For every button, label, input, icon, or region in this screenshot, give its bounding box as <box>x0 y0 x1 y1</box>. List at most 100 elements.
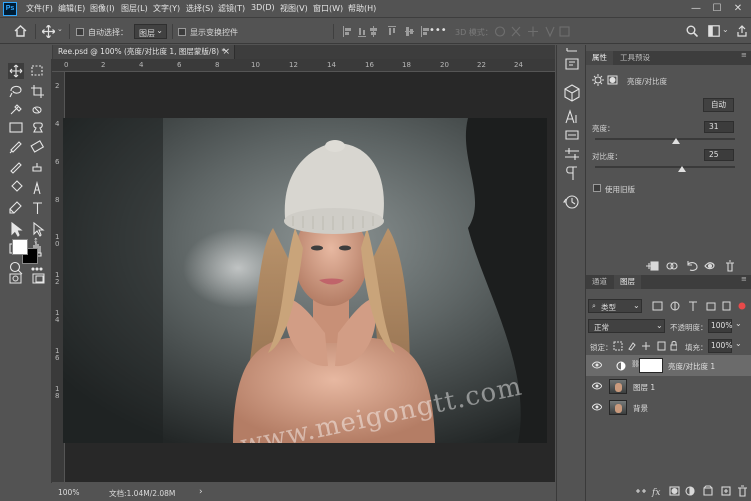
layer-thumbnail[interactable] <box>609 379 627 394</box>
close-tab-icon[interactable]: × <box>222 45 230 59</box>
swap-colors-icon[interactable]: ↕ <box>33 237 39 245</box>
layers-footer-icons[interactable]: fx <box>634 485 749 497</box>
document-image[interactable]: www.meigongtt.com <box>63 118 547 443</box>
search-icon[interactable] <box>686 25 698 37</box>
opacity-input[interactable]: 100% <box>708 319 732 333</box>
status-menu-arrow[interactable]: › <box>199 487 203 497</box>
menu-filter[interactable]: 滤镜(T) <box>218 3 245 14</box>
close-window-button[interactable]: ✕ <box>731 2 745 16</box>
ruler-v-label: 8 <box>55 196 60 204</box>
maximize-button[interactable]: ☐ <box>710 2 724 16</box>
ruler-h-label: 14 <box>327 61 336 69</box>
menu-file[interactable]: 文件(F) <box>26 3 53 14</box>
menu-type[interactable]: 文字(Y) <box>153 3 180 14</box>
ruler-v-label: 4 <box>55 120 60 128</box>
ruler-v-label: 1 6 <box>55 347 60 362</box>
contrast-slider-thumb[interactable] <box>677 166 686 172</box>
3d-mode-icons <box>494 26 570 38</box>
auto-button[interactable]: 自动 <box>703 98 734 112</box>
layer-filter-dropdown[interactable]: ⌕ 类型 ⌄ <box>588 299 642 313</box>
brightness-slider[interactable] <box>595 138 735 140</box>
move-tool-icon[interactable] <box>42 25 55 38</box>
layer-name[interactable]: 图层 1 <box>633 382 655 393</box>
opacity-chevron-icon[interactable]: ⌄ <box>735 319 742 328</box>
foreground-color-swatch-top[interactable] <box>12 239 28 255</box>
ruler-h-label: 0 <box>64 61 69 69</box>
properties-panel: 亮度/对比度 自动 亮度： 31 对比度： 25 使用旧版 <box>586 65 751 270</box>
chevron-down-icon: ⌄ <box>156 26 163 35</box>
blend-mode-dropdown[interactable]: 正常 ⌄ <box>588 319 665 333</box>
lock-icons[interactable] <box>613 341 677 351</box>
ruler-h-label: 12 <box>289 61 298 69</box>
layer-mask-thumbnail[interactable] <box>639 358 663 373</box>
ruler-h-label: 8 <box>215 61 220 69</box>
ruler-v-label: 1 8 <box>55 385 60 400</box>
auto-select-checkbox[interactable] <box>76 28 84 36</box>
panel-menu-icon[interactable]: ≡ <box>741 51 747 59</box>
right-panels: 属性 工具预设 ≡ 亮度/对比度 自动 亮度： 31 对比度： 25 使用旧版 … <box>586 45 751 501</box>
auto-select-dropdown-value: 图层 <box>139 29 155 38</box>
layer-name[interactable]: 背景 <box>633 403 648 414</box>
minimize-button[interactable]: — <box>689 2 703 16</box>
horizontal-ruler: 0 2 4 6 8 10 12 14 16 18 20 22 24 <box>52 59 555 72</box>
brightness-slider-thumb[interactable] <box>672 138 681 144</box>
menu-help[interactable]: 帮助(H) <box>348 3 376 14</box>
properties-footer-icons[interactable] <box>644 260 744 272</box>
layer-row[interactable]: 背景 <box>586 397 751 418</box>
menu-select[interactable]: 选择(S) <box>186 3 213 14</box>
layer-name[interactable]: 亮度/对比度 1 <box>668 361 715 372</box>
ruler-v-label: 1 4 <box>55 309 60 324</box>
ruler-v-label: 6 <box>55 158 60 166</box>
contrast-slider[interactable] <box>595 166 735 168</box>
eye-icon[interactable] <box>592 382 602 390</box>
workspace-icon[interactable] <box>708 25 720 37</box>
workspace-chevron-icon[interactable]: ⌄ <box>722 25 729 34</box>
show-transform-checkbox[interactable] <box>178 28 186 36</box>
chevron-down-icon: ⌄ <box>633 301 640 310</box>
document-tab[interactable]: Ree.psd @ 100% (亮度/对比度 1, 图层蒙版/8) * × <box>53 45 235 59</box>
menu-edit[interactable]: 编辑(E) <box>58 3 85 14</box>
menu-layer[interactable]: 图层(L) <box>121 3 148 14</box>
quick-mask-icons[interactable] <box>9 273 49 285</box>
layer-thumbnail[interactable] <box>609 400 627 415</box>
layer-row[interactable]: 图层 1 <box>586 376 751 397</box>
tab-tool-presets[interactable]: 工具预设 <box>614 51 656 65</box>
ruler-h-label: 18 <box>402 61 411 69</box>
layer-filter-icons[interactable] <box>652 301 748 312</box>
zoom-level[interactable]: 100% <box>58 488 79 497</box>
contrast-input[interactable]: 25 <box>704 149 734 161</box>
ruler-h-label: 20 <box>440 61 449 69</box>
contrast-label: 对比度： <box>592 152 622 161</box>
fill-input[interactable]: 100% <box>708 339 732 353</box>
tab-channels[interactable]: 通道 <box>586 275 613 289</box>
menu-image[interactable]: 图像(I) <box>90 3 115 14</box>
auto-select-dropdown[interactable]: 图层 ⌄ <box>134 24 167 39</box>
use-legacy-checkbox[interactable] <box>593 184 601 192</box>
layers-menu-icon[interactable]: ≡ <box>741 275 747 283</box>
ruler-h-label: 16 <box>365 61 374 69</box>
brightness-label: 亮度： <box>592 124 615 133</box>
tab-properties[interactable]: 属性 <box>586 51 613 65</box>
brightness-input[interactable]: 31 <box>704 121 734 133</box>
fill-chevron-icon[interactable]: ⌄ <box>735 339 742 348</box>
tab-layers[interactable]: 图层 <box>614 275 641 289</box>
options-bar: ⌄ 自动选择： 图层 ⌄ 显示变换控件 ••• 3D 模式： ⌄ <box>0 19 751 44</box>
menu-view[interactable]: 视图(V) <box>280 3 308 14</box>
home-icon[interactable] <box>14 25 27 37</box>
tools-panel: ↕ <box>0 59 52 483</box>
eye-icon[interactable] <box>592 361 602 369</box>
photoshop-logo: Ps <box>3 2 17 16</box>
blend-mode-value: 正常 <box>594 323 609 332</box>
layer-row[interactable]: ⛓ 亮度/对比度 1 <box>586 355 751 376</box>
chevron-down-icon: ⌄ <box>656 321 663 330</box>
eye-icon[interactable] <box>592 403 602 411</box>
menu-window[interactable]: 窗口(W) <box>313 3 343 14</box>
more-options-button[interactable]: ••• <box>429 25 447 36</box>
ruler-v-label: 1 0 <box>55 233 60 248</box>
menu-bar: Ps 文件(F) 编辑(E) 图像(I) 图层(L) 文字(Y) 选择(S) 滤… <box>0 0 751 18</box>
ruler-v-label: 1 2 <box>55 271 60 286</box>
svg-text:fx: fx <box>651 488 660 497</box>
tool-preset-chevron-icon[interactable]: ⌄ <box>57 25 63 33</box>
share-icon[interactable] <box>736 25 748 37</box>
menu-3d[interactable]: 3D(D) <box>251 3 275 12</box>
